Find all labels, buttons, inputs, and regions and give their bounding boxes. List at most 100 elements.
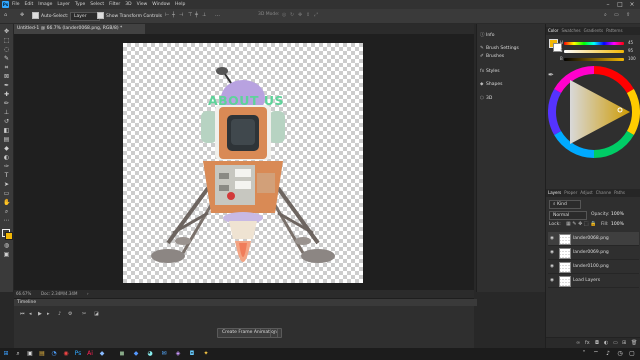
- stamp-icon[interactable]: ⊥: [3, 109, 10, 116]
- saturation-track[interactable]: [564, 50, 624, 53]
- menu-view[interactable]: View: [137, 2, 148, 7]
- align-top-icon[interactable]: ⊤: [188, 13, 193, 18]
- menu-type[interactable]: Type: [75, 2, 85, 7]
- edge-icon[interactable]: ◔: [50, 350, 58, 358]
- clock-icon[interactable]: ◷: [616, 350, 624, 358]
- workspace-icon[interactable]: ▭: [614, 13, 619, 18]
- home-icon[interactable]: ⌂: [4, 13, 9, 18]
- mask-icon[interactable]: ◘: [595, 338, 599, 348]
- lock-icons[interactable]: ▦ ✎ ✥ ⬚ 🔒: [566, 221, 596, 227]
- crop-icon[interactable]: ⌗: [3, 64, 10, 71]
- 3d-slide-icon[interactable]: ⇕: [306, 13, 311, 18]
- 3d-roll-icon[interactable]: ↻: [290, 13, 295, 18]
- edit-toolbar-icon[interactable]: ⋯: [3, 217, 10, 224]
- menu-edit[interactable]: Edit: [25, 2, 34, 7]
- first-frame-icon[interactable]: ⏮: [20, 311, 25, 317]
- tab-swatches[interactable]: Swatches: [561, 27, 580, 35]
- link-icon[interactable]: ∞: [576, 338, 580, 348]
- eye-icon[interactable]: ◉: [550, 274, 555, 287]
- blur-icon[interactable]: ◆: [3, 145, 10, 152]
- share-icon[interactable]: ⇪: [626, 13, 631, 18]
- app-icon[interactable]: ✉: [160, 350, 168, 358]
- document-tab[interactable]: Untitled-1 @ 66.7% (lander0068.png, RGB/…: [14, 24, 145, 34]
- search-icon[interactable]: ⌕: [604, 13, 609, 18]
- menu-file[interactable]: File: [12, 2, 20, 7]
- auto-select-checkbox[interactable]: Auto-Select:: [32, 12, 69, 19]
- app-icon[interactable]: ◼: [118, 350, 126, 358]
- history-brush-icon[interactable]: ↺: [3, 118, 10, 125]
- tray-up-icon[interactable]: ˄: [580, 350, 588, 358]
- eyedropper-icon[interactable]: ✒: [3, 82, 10, 89]
- app-icon[interactable]: ◘: [188, 350, 196, 358]
- menu-3d[interactable]: 3D: [125, 2, 131, 7]
- background-color-swatch[interactable]: [5, 232, 13, 240]
- tab-paths[interactable]: Paths: [614, 189, 625, 197]
- pen-icon[interactable]: ✑: [3, 163, 10, 170]
- network-icon[interactable]: ⌔: [592, 350, 600, 358]
- lasso-icon[interactable]: ◌: [3, 46, 10, 53]
- status-chevron-icon[interactable]: ›: [87, 291, 89, 296]
- menu-help[interactable]: Help: [175, 2, 185, 7]
- app-icon[interactable]: ◕: [146, 350, 154, 358]
- 3d-orbit-icon[interactable]: ◎: [282, 13, 287, 18]
- hue-slider[interactable]: H 45: [548, 40, 638, 46]
- opacity-value[interactable]: 100%: [611, 212, 624, 217]
- panel-3d[interactable]: ⬡ 3D: [480, 95, 542, 103]
- zoom-icon[interactable]: ⌕: [3, 208, 10, 215]
- color-wheel[interactable]: [548, 66, 640, 158]
- layer-row[interactable]: ◉ lander0100.png: [548, 260, 639, 274]
- frame-icon[interactable]: ⊠: [3, 73, 10, 80]
- marquee-icon[interactable]: ⬚: [3, 37, 10, 44]
- align-left-icon[interactable]: ⊢: [165, 13, 170, 18]
- trash-icon[interactable]: 🗑: [631, 338, 637, 348]
- move-icon[interactable]: ✥: [3, 28, 10, 35]
- adjustment-icon[interactable]: ◐: [604, 338, 608, 348]
- layer-row[interactable]: ◉ Load Layers: [548, 274, 639, 288]
- align-middle-icon[interactable]: ╪: [195, 13, 200, 18]
- settings-icon[interactable]: ⚙: [68, 311, 72, 317]
- tab-channels[interactable]: Channe: [596, 189, 611, 197]
- split-icon[interactable]: ✂: [82, 311, 86, 317]
- maximize-icon[interactable]: □: [614, 0, 626, 9]
- minimize-icon[interactable]: –: [602, 0, 614, 9]
- panel-styles[interactable]: fx Styles: [480, 68, 542, 76]
- eye-icon[interactable]: ◉: [550, 260, 555, 273]
- menu-layer[interactable]: Layer: [57, 2, 70, 7]
- eye-icon[interactable]: ◉: [550, 246, 555, 259]
- file-explorer-icon[interactable]: ▤: [38, 350, 46, 358]
- tab-color[interactable]: Color: [548, 27, 558, 35]
- type-icon[interactable]: T: [3, 172, 10, 179]
- play-icon[interactable]: ▶: [38, 311, 42, 317]
- hand-icon[interactable]: ✋: [3, 199, 10, 206]
- audio-icon[interactable]: ♪: [58, 311, 61, 317]
- path-select-icon[interactable]: ➤: [3, 181, 10, 188]
- 3d-pan-icon[interactable]: ✥: [298, 13, 303, 18]
- document-canvas[interactable]: ABOUT US: [123, 43, 363, 283]
- notifications-icon[interactable]: ▢: [628, 350, 636, 358]
- tab-layers[interactable]: Layers: [548, 189, 561, 197]
- saturation-value[interactable]: 95: [628, 48, 633, 54]
- prev-frame-icon[interactable]: ◂: [29, 311, 32, 317]
- menu-window[interactable]: Window: [152, 2, 170, 7]
- hue-track[interactable]: [564, 42, 624, 45]
- tab-gradients[interactable]: Gradients: [584, 27, 604, 35]
- app-icon[interactable]: ✦: [202, 350, 210, 358]
- tab-adjustments[interactable]: Adjust: [580, 189, 593, 197]
- app-icon[interactable]: ◈: [174, 350, 182, 358]
- fill-value[interactable]: 100%: [611, 222, 624, 227]
- brightness-track[interactable]: [564, 58, 624, 61]
- brush-icon[interactable]: ✏: [3, 100, 10, 107]
- kind-filter-dropdown[interactable]: ⌕ Kind: [549, 200, 581, 209]
- quick-select-icon[interactable]: ✎: [3, 55, 10, 62]
- panel-info[interactable]: ⓘ Info: [480, 32, 542, 40]
- auto-select-target-dropdown[interactable]: Layer: [70, 12, 100, 21]
- photoshop-taskbar-icon[interactable]: Ps: [74, 350, 82, 358]
- layer-row[interactable]: ◉ lander0069.png: [548, 246, 639, 260]
- new-layer-icon[interactable]: ⊞: [622, 338, 626, 348]
- illustrator-taskbar-icon[interactable]: Ai: [86, 350, 94, 358]
- next-frame-icon[interactable]: ▸: [47, 311, 50, 317]
- eye-icon[interactable]: ◉: [550, 232, 555, 245]
- healing-icon[interactable]: ✚: [3, 91, 10, 98]
- dodge-icon[interactable]: ◐: [3, 154, 10, 161]
- tab-patterns[interactable]: Patterns: [606, 27, 622, 35]
